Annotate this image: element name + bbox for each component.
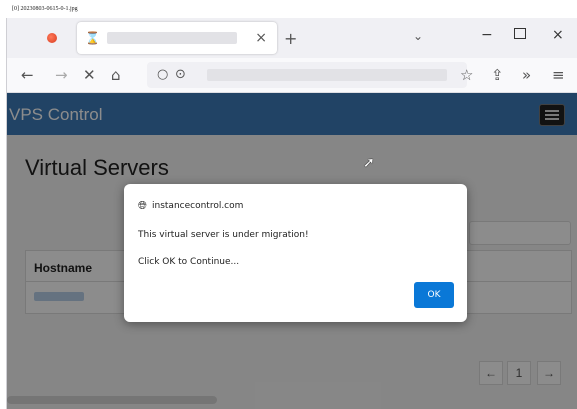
home-icon[interactable]: ⌂: [111, 66, 121, 84]
maximize-icon[interactable]: [514, 28, 526, 39]
dialog-origin: instancecontrol.com: [152, 201, 244, 211]
bookmark-star-icon[interactable]: ☆: [460, 66, 473, 84]
overflow-icon[interactable]: »: [522, 66, 531, 84]
app-menu-icon[interactable]: ≡: [552, 66, 565, 84]
tab-close-icon[interactable]: ×: [255, 30, 267, 46]
site-info-icon[interactable]: ⊙: [175, 67, 186, 82]
browser-window: ⌛ × + ⌄ − × ← → ✕ ⌂ ○ ⊙ ☆ ⇪ » ≡ VPS Cont…: [6, 18, 577, 409]
share-icon[interactable]: ⇪: [491, 66, 504, 84]
new-tab-icon[interactable]: +: [284, 29, 297, 48]
window-close-icon[interactable]: ×: [552, 27, 564, 43]
tracking-shield-icon[interactable]: ○: [157, 67, 168, 82]
active-tab[interactable]: ⌛ ×: [77, 22, 277, 54]
dialog-message-line2: Click OK to Continue...: [138, 257, 240, 267]
stop-icon[interactable]: ✕: [83, 66, 96, 84]
browser-favicon-icon[interactable]: [47, 33, 57, 43]
forward-icon[interactable]: →: [55, 66, 68, 84]
list-tabs-icon[interactable]: ⌄: [413, 29, 423, 43]
ok-button[interactable]: OK: [414, 282, 454, 308]
navigation-bar: ← → ✕ ⌂ ○ ⊙ ☆ ⇪ » ≡: [7, 58, 577, 93]
globe-icon: 🌐︎: [138, 199, 147, 212]
back-icon[interactable]: ←: [21, 66, 34, 84]
address-bar[interactable]: ○ ⊙: [147, 62, 467, 88]
tab-title-redacted: [107, 32, 237, 44]
alert-dialog: 🌐︎ instancecontrol.com This virtual serv…: [124, 184, 467, 322]
mouse-pointer-icon: ➚: [363, 155, 375, 171]
url-redacted: [207, 69, 447, 81]
hourglass-icon: ⌛: [85, 31, 100, 45]
image-caption: [0] 20230803-0615-0-1.jpg: [12, 6, 78, 12]
tab-strip: ⌛ × + ⌄ − ×: [7, 18, 577, 58]
minimize-icon[interactable]: −: [481, 27, 493, 43]
dialog-message-line1: This virtual server is under migration!: [138, 230, 309, 240]
